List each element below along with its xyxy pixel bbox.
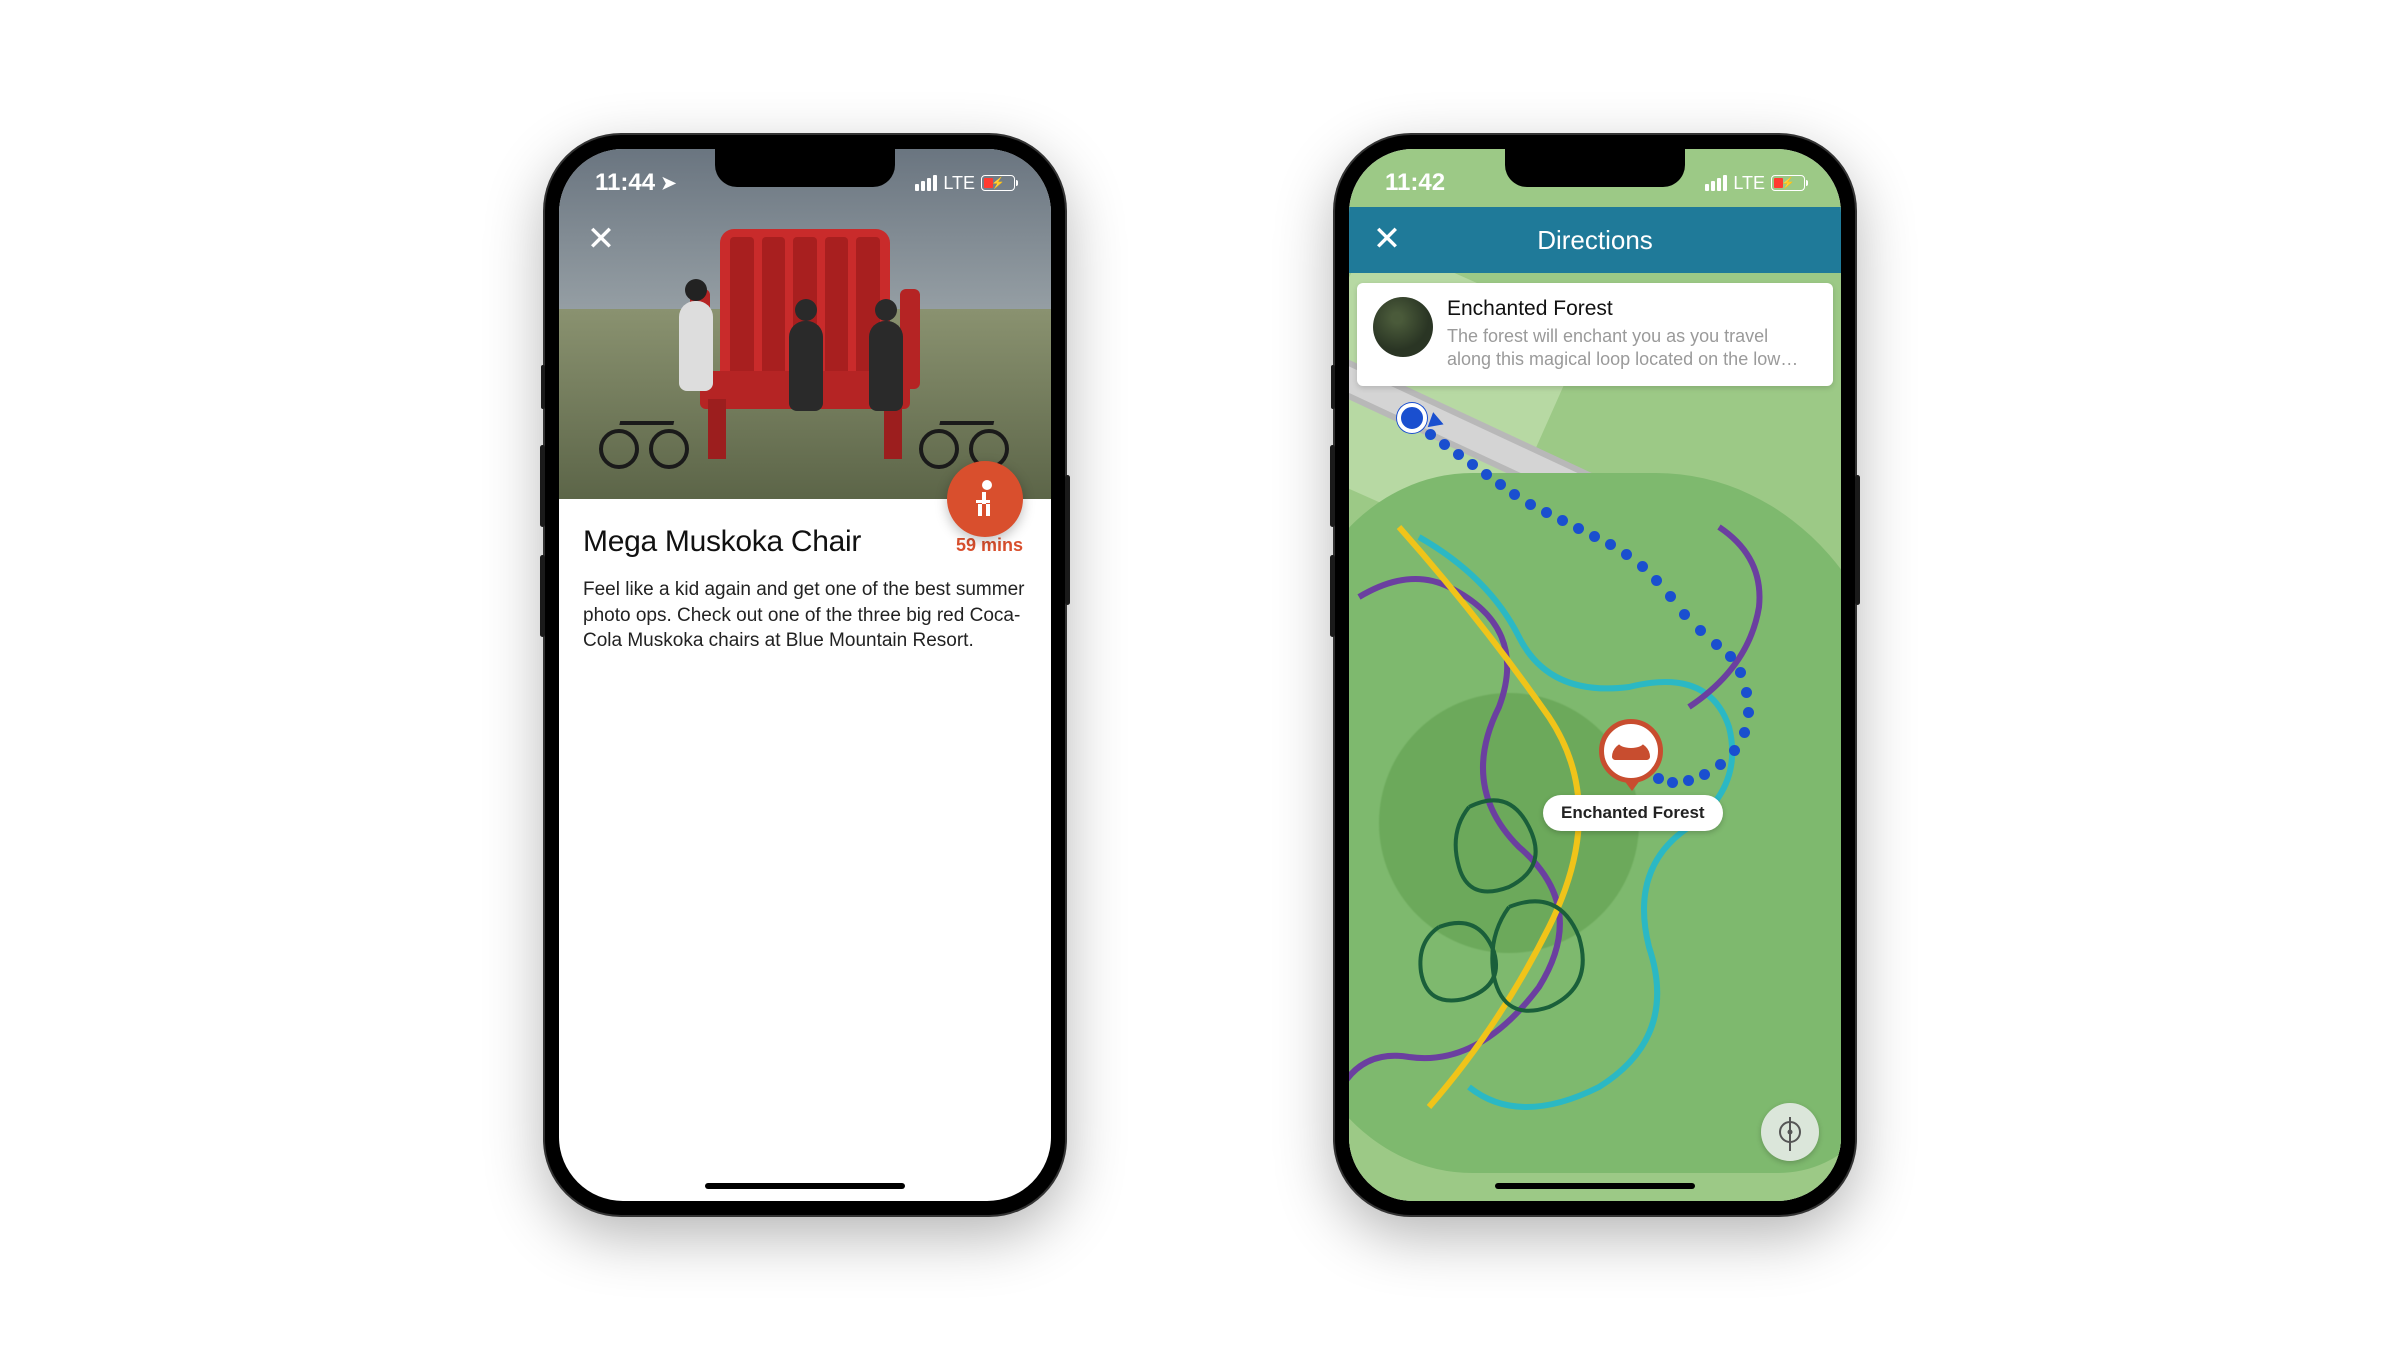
status-bar: 11:42 LTE ⚡ bbox=[1349, 149, 1841, 207]
screen-directions-view: 11:42 LTE ⚡ Directions ✕ Enchanted Fores… bbox=[1349, 149, 1841, 1201]
volume-down-button bbox=[540, 555, 545, 637]
status-time: 11:42 bbox=[1385, 169, 1445, 197]
person-figure bbox=[789, 321, 823, 411]
user-location-marker bbox=[1397, 403, 1427, 433]
destination-pin-label[interactable]: Enchanted Forest bbox=[1543, 795, 1723, 831]
close-button[interactable]: ✕ bbox=[581, 219, 621, 259]
network-label: LTE bbox=[943, 173, 975, 194]
destination-title: Enchanted Forest bbox=[1447, 297, 1817, 321]
bike-illustration bbox=[919, 415, 1009, 469]
travel-time: 59 mins bbox=[956, 535, 1023, 556]
destination-card[interactable]: Enchanted Forest The forest will enchant… bbox=[1357, 283, 1833, 386]
bike-illustration bbox=[599, 415, 689, 469]
close-button[interactable]: ✕ bbox=[1367, 219, 1407, 259]
cell-signal-icon bbox=[915, 175, 937, 191]
poi-description: Feel like a kid again and get one of the… bbox=[583, 577, 1027, 654]
screen-detail-view: 11:44 ➤ LTE ⚡ ✕ bbox=[559, 149, 1051, 1201]
home-indicator[interactable] bbox=[1495, 1183, 1695, 1189]
network-label: LTE bbox=[1733, 173, 1765, 194]
power-button bbox=[1065, 475, 1070, 605]
destination-pin[interactable] bbox=[1599, 719, 1663, 783]
location-services-icon: ➤ bbox=[661, 173, 676, 194]
status-bar: 11:44 ➤ LTE ⚡ bbox=[559, 149, 1051, 207]
phone-mockup-right: 11:42 LTE ⚡ Directions ✕ Enchanted Fores… bbox=[1335, 135, 1855, 1215]
pin-caret-icon bbox=[1623, 779, 1641, 791]
status-time: 11:44 bbox=[595, 169, 655, 197]
locate-me-button[interactable] bbox=[1761, 1103, 1819, 1161]
person-figure bbox=[869, 321, 903, 411]
walk-action-button[interactable] bbox=[947, 461, 1023, 537]
header-title: Directions bbox=[1537, 225, 1653, 256]
volume-up-button bbox=[1330, 445, 1335, 527]
volume-down-button bbox=[1330, 555, 1335, 637]
home-indicator[interactable] bbox=[705, 1183, 905, 1189]
battery-icon: ⚡ bbox=[1771, 175, 1805, 191]
battery-icon: ⚡ bbox=[981, 175, 1015, 191]
mute-switch bbox=[1331, 365, 1335, 409]
cell-signal-icon bbox=[1705, 175, 1727, 191]
crosshair-icon bbox=[1779, 1121, 1801, 1143]
poi-title: Mega Muskoka Chair bbox=[583, 525, 861, 559]
map-view[interactable]: Enchanted Forest bbox=[1349, 273, 1841, 1201]
person-figure bbox=[679, 301, 713, 391]
pedestrian-icon bbox=[970, 480, 1000, 518]
destination-thumbnail bbox=[1373, 297, 1433, 357]
directions-header: Directions bbox=[1349, 207, 1841, 273]
power-button bbox=[1855, 475, 1860, 605]
volume-up-button bbox=[540, 445, 545, 527]
mute-switch bbox=[541, 365, 545, 409]
phone-mockup-left: 11:44 ➤ LTE ⚡ ✕ bbox=[545, 135, 1065, 1215]
destination-description: The forest will enchant you as you trave… bbox=[1447, 325, 1817, 372]
